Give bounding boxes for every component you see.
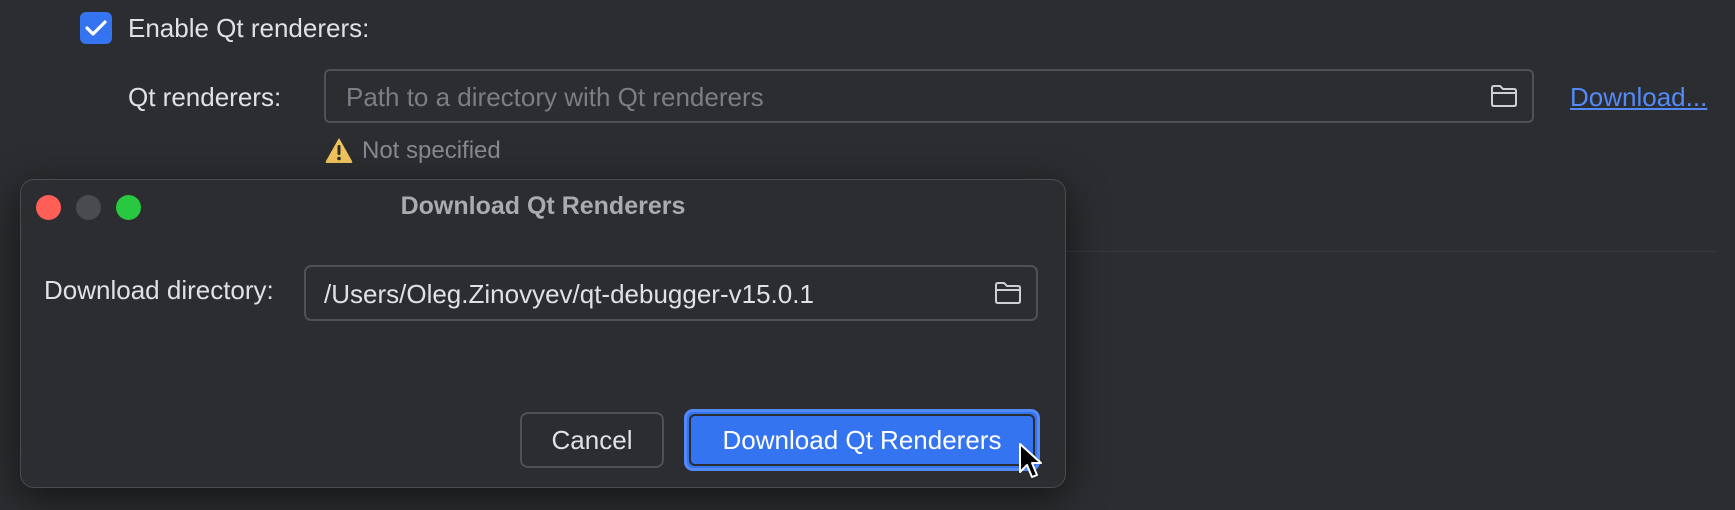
- download-qt-renderers-button[interactable]: Download Qt Renderers: [684, 409, 1040, 471]
- download-directory-label: Download directory:: [44, 275, 274, 305]
- qt-renderers-path-input[interactable]: [344, 71, 1488, 123]
- mouse-pointer-icon: [1019, 443, 1042, 478]
- download-link[interactable]: Download...: [1570, 80, 1707, 114]
- warning-icon: [325, 138, 353, 163]
- enable-qt-renderers-checkbox[interactable]: [80, 12, 112, 44]
- download-directory-input[interactable]: [322, 267, 986, 321]
- download-qt-renderers-dialog: Download Qt Renderers Download directory…: [20, 179, 1066, 488]
- qt-renderers-label: Qt renderers:: [128, 82, 282, 112]
- cancel-button[interactable]: Cancel: [520, 412, 664, 468]
- checkmark-icon: [85, 20, 107, 36]
- dialog-title: Download Qt Renderers: [400, 192, 686, 220]
- download-qt-renderers-button-label: Download Qt Renderers: [689, 414, 1035, 466]
- download-directory-field[interactable]: [304, 265, 1038, 321]
- section-divider: [960, 251, 1715, 252]
- folder-icon[interactable]: [1490, 83, 1518, 109]
- qt-renderers-path-field[interactable]: [324, 69, 1534, 123]
- not-specified-warning: Not specified: [362, 137, 501, 164]
- folder-icon[interactable]: [994, 280, 1022, 306]
- enable-qt-renderers-label: Enable Qt renderers:: [128, 13, 370, 43]
